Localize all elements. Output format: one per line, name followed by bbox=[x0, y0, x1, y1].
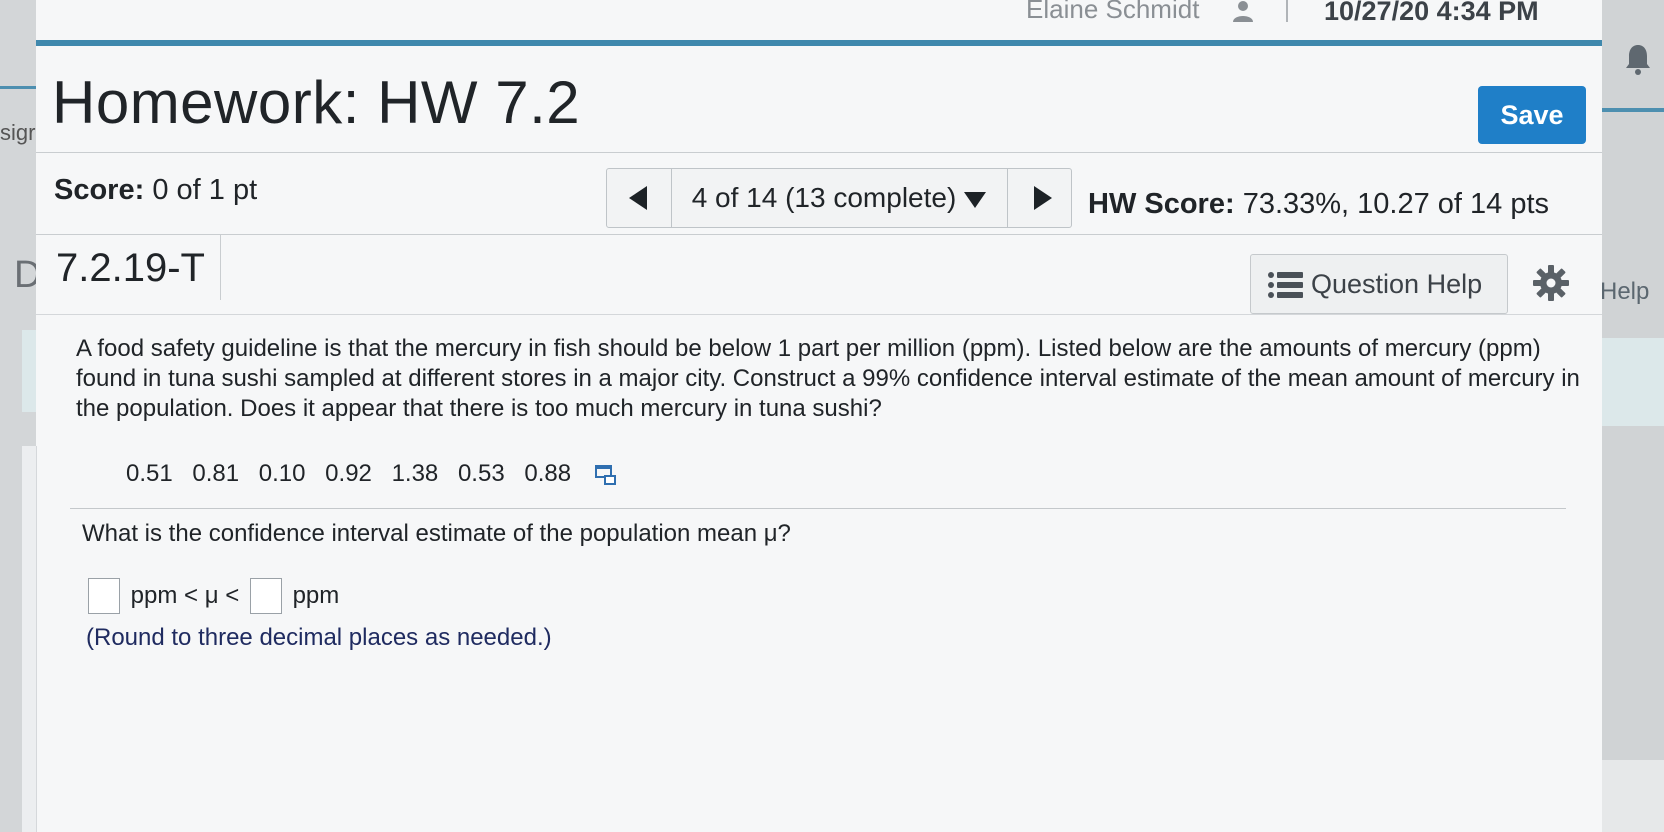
data-value: 0.88 bbox=[524, 460, 572, 487]
answer-unit: ppm bbox=[292, 582, 340, 609]
question-id-divider bbox=[220, 234, 221, 300]
sign-in-fragment[interactable]: sigr bbox=[0, 120, 35, 146]
data-value: 0.92 bbox=[325, 460, 372, 487]
previous-question-button[interactable] bbox=[607, 169, 672, 227]
question-prompt: What is the confidence interval estimate… bbox=[82, 520, 791, 547]
data-value: 0.51 bbox=[126, 460, 173, 487]
data-values: 0.51 0.81 0.10 0.92 1.38 0.53 0.88 bbox=[126, 460, 617, 488]
question-help-button[interactable]: Question Help bbox=[1250, 254, 1508, 314]
answer-middle-text: ppm < μ < bbox=[130, 582, 240, 609]
page-title: Homework: HW 7.2 bbox=[52, 69, 581, 136]
problem-statement: A food safety guideline is that the merc… bbox=[76, 335, 1580, 422]
right-window-edge bbox=[1600, 0, 1664, 832]
score-display: Score: 0 of 1 pt bbox=[54, 174, 257, 207]
divider bbox=[36, 314, 1602, 315]
right-arrow-icon bbox=[1034, 186, 1052, 210]
bell-icon[interactable] bbox=[1624, 42, 1652, 76]
question-navigator: 4 of 14 (13 complete) bbox=[606, 168, 1072, 228]
question-position: 4 of 14 (13 complete) bbox=[691, 182, 957, 213]
score-label: Score: bbox=[54, 174, 145, 206]
right-teal-panel bbox=[1600, 338, 1664, 426]
copy-data-icon[interactable] bbox=[594, 464, 617, 485]
rounding-hint: (Round to three decimal places as needed… bbox=[86, 624, 552, 651]
user-name: Elaine Schmidt bbox=[1026, 0, 1200, 24]
upper-bound-input[interactable] bbox=[249, 578, 282, 614]
data-value: 1.38 bbox=[391, 460, 439, 487]
next-question-button[interactable] bbox=[1007, 169, 1072, 227]
data-value: 0.81 bbox=[192, 460, 240, 487]
data-value: 0.53 bbox=[457, 460, 505, 487]
left-arrow-icon bbox=[629, 186, 647, 210]
top-bar: Elaine Schmidt 10/27/20 4:34 PM bbox=[36, 0, 1602, 40]
hw-score-display: HW Score: 73.33%, 10.27 of 14 pts bbox=[1088, 188, 1549, 221]
question-selector-dropdown[interactable]: 4 of 14 (13 complete) bbox=[671, 169, 1007, 227]
score-value: 0 of 1 pt bbox=[152, 174, 258, 206]
save-button[interactable]: Save bbox=[1478, 86, 1586, 144]
user-icon bbox=[1233, 1, 1253, 22]
divider bbox=[36, 152, 1602, 153]
chevron-down-icon bbox=[964, 191, 987, 208]
left-frame-border bbox=[22, 446, 37, 832]
divider bbox=[70, 508, 1566, 509]
timestamp: 10/27/20 4:34 PM bbox=[1324, 0, 1539, 26]
help-label: Help bbox=[1600, 278, 1650, 305]
lower-bound-input[interactable] bbox=[88, 578, 120, 614]
homework-window: Elaine Schmidt 10/27/20 4:34 PM Homework… bbox=[36, 0, 1602, 832]
topbar-divider bbox=[1286, 0, 1288, 22]
question-id: 7.2.19-T bbox=[56, 246, 205, 290]
data-value: 0.10 bbox=[258, 460, 306, 487]
answer-row: ppm < μ < ppm bbox=[88, 578, 343, 614]
divider bbox=[36, 234, 1602, 235]
list-icon bbox=[1268, 272, 1303, 298]
header-accent-rule bbox=[36, 40, 1602, 46]
right-accent-bar bbox=[1600, 108, 1664, 112]
hw-score-label: HW Score: bbox=[1088, 188, 1235, 220]
gear-icon[interactable] bbox=[1532, 264, 1570, 302]
question-help-label: Question Help bbox=[1311, 269, 1483, 299]
hw-score-value: 73.33%, 10.27 of 14 pts bbox=[1242, 188, 1550, 220]
right-lower-panel bbox=[1600, 760, 1664, 832]
